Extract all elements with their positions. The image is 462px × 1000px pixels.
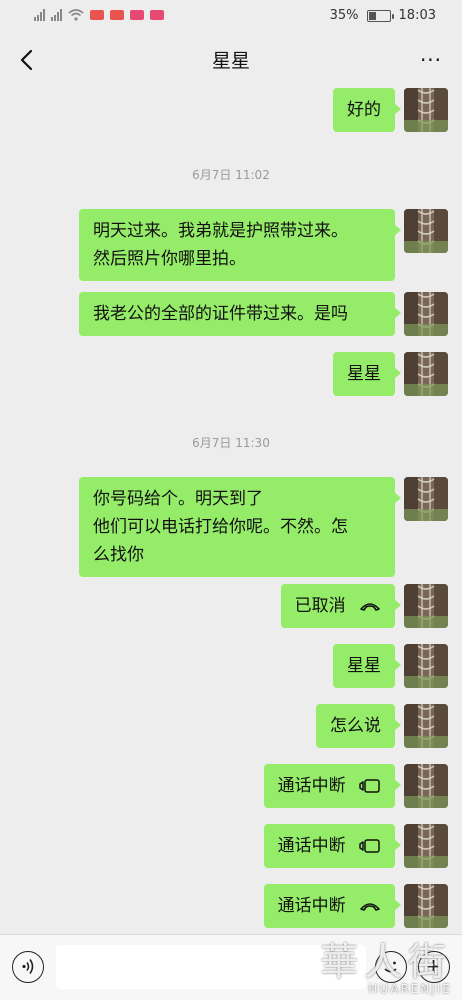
message-text-line: 么找你	[93, 545, 144, 565]
avatar[interactable]	[404, 292, 448, 336]
message-row: 星星	[333, 352, 448, 396]
chat-title: 星星	[211, 50, 250, 72]
signal-icon	[34, 9, 45, 21]
message-text: 我老公的全部的证件带过来。是吗	[93, 304, 348, 324]
timestamp: 6月7日 11:02	[192, 168, 270, 182]
message-row: 通话中断	[263, 884, 448, 928]
avatar[interactable]	[404, 88, 448, 132]
call-status-text: 已取消	[294, 596, 346, 616]
avatar-image	[404, 644, 448, 688]
message-text: 星星	[347, 656, 381, 676]
status-left	[34, 9, 164, 21]
call-status-text: 通话中断	[277, 836, 346, 856]
app-notification-icon	[110, 10, 124, 20]
timestamp: 6月7日 11:30	[192, 436, 270, 450]
battery-percent: 35%	[329, 8, 359, 23]
more-functions-button[interactable]	[418, 951, 450, 983]
avatar-image	[404, 209, 448, 253]
message-text: 好的	[347, 100, 381, 120]
input-bar: 華人街 HUARENJIE	[0, 934, 462, 1000]
avatar-image	[404, 824, 448, 868]
wifi-icon	[68, 9, 84, 21]
message-text-line: 他们可以电话打给你呢。不然。怎	[93, 517, 348, 537]
message-bubble[interactable]: 好的	[333, 88, 401, 132]
message-bubble[interactable]: 怎么说	[316, 704, 401, 748]
app-notification-icon	[130, 10, 144, 20]
avatar-image	[404, 352, 448, 396]
call-bubble[interactable]: 已取消	[280, 584, 402, 628]
app-notification-icon	[150, 10, 164, 20]
signal-icon-2	[51, 9, 62, 21]
message-bubble[interactable]: 我老公的全部的证件带过来。是吗	[79, 292, 401, 336]
more-button[interactable]: ···	[418, 48, 444, 72]
avatar-image	[404, 764, 448, 808]
message-list[interactable]: 好的 6月7日 11:02 明天过来。我弟就是护照带过来。 然后照片你哪里拍。 …	[0, 86, 462, 934]
avatar-image	[404, 584, 448, 628]
message-text-line: 然后照片你哪里拍。	[93, 249, 246, 269]
avatar[interactable]	[404, 764, 448, 808]
message-bubble[interactable]: 明天过来。我弟就是护照带过来。 然后照片你哪里拍。	[79, 209, 401, 281]
message-bubble[interactable]: 星星	[333, 644, 401, 688]
message-bubble[interactable]: 星星	[333, 352, 401, 396]
avatar-image	[404, 884, 448, 928]
message-row: 明天过来。我弟就是护照带过来。 然后照片你哪里拍。	[79, 209, 448, 281]
message-row: 通话中断	[263, 824, 448, 868]
avatar-image	[404, 477, 448, 521]
voice-icon	[22, 959, 34, 974]
avatar-image	[404, 292, 448, 336]
emoji-icon	[384, 961, 397, 973]
app-notification-icon	[90, 10, 104, 20]
avatar-image	[404, 88, 448, 132]
battery-fill	[368, 11, 376, 20]
message-row: 我老公的全部的证件带过来。是吗	[79, 292, 448, 336]
message-text: 怎么说	[330, 716, 381, 736]
status-bar: 35% 18:03	[0, 0, 462, 34]
call-bubble[interactable]: 通话中断	[263, 764, 402, 808]
avatar[interactable]	[404, 352, 448, 396]
avatar[interactable]	[404, 824, 448, 868]
voice-button[interactable]	[12, 951, 44, 983]
avatar[interactable]	[404, 644, 448, 688]
chat-header: 星星 ···	[0, 34, 462, 86]
message-row: 通话中断	[263, 764, 448, 808]
message-text-line: 你号码给个。明天到了	[93, 489, 263, 509]
plus-icon	[427, 960, 440, 973]
message-bubble[interactable]: 你号码给个。明天到了 他们可以电话打给你呢。不然。怎 么找你	[79, 477, 401, 577]
message-row: 你号码给个。明天到了 他们可以电话打给你呢。不然。怎 么找你	[79, 477, 448, 577]
phone-hangup-icon	[360, 603, 380, 611]
call-bubble[interactable]: 通话中断	[263, 824, 402, 868]
status-right: 35% 18:03	[330, 8, 436, 23]
message-row: 怎么说	[316, 704, 448, 748]
message-row: 好的	[333, 88, 448, 132]
avatar[interactable]	[404, 209, 448, 253]
avatar[interactable]	[404, 884, 448, 928]
more-dots-icon: ···	[419, 48, 443, 72]
call-status-text: 通话中断	[277, 896, 346, 916]
call-status-text: 通话中断	[277, 776, 346, 796]
video-call-icon	[359, 779, 380, 793]
message-text-line: 明天过来。我弟就是护照带过来。	[93, 221, 348, 241]
call-bubble[interactable]: 通话中断	[263, 884, 402, 928]
avatar[interactable]	[404, 584, 448, 628]
clock: 18:03	[398, 8, 436, 23]
message-row: 星星	[333, 644, 448, 688]
avatar-image	[404, 704, 448, 748]
phone-hangup-icon	[360, 903, 380, 911]
message-row: 已取消	[280, 584, 448, 628]
emoji-button[interactable]	[375, 951, 407, 983]
avatar[interactable]	[404, 704, 448, 748]
battery-icon	[366, 9, 394, 22]
message-text: 星星	[347, 364, 381, 384]
avatar[interactable]	[404, 477, 448, 521]
video-call-icon	[359, 839, 380, 853]
message-input[interactable]	[56, 945, 366, 989]
